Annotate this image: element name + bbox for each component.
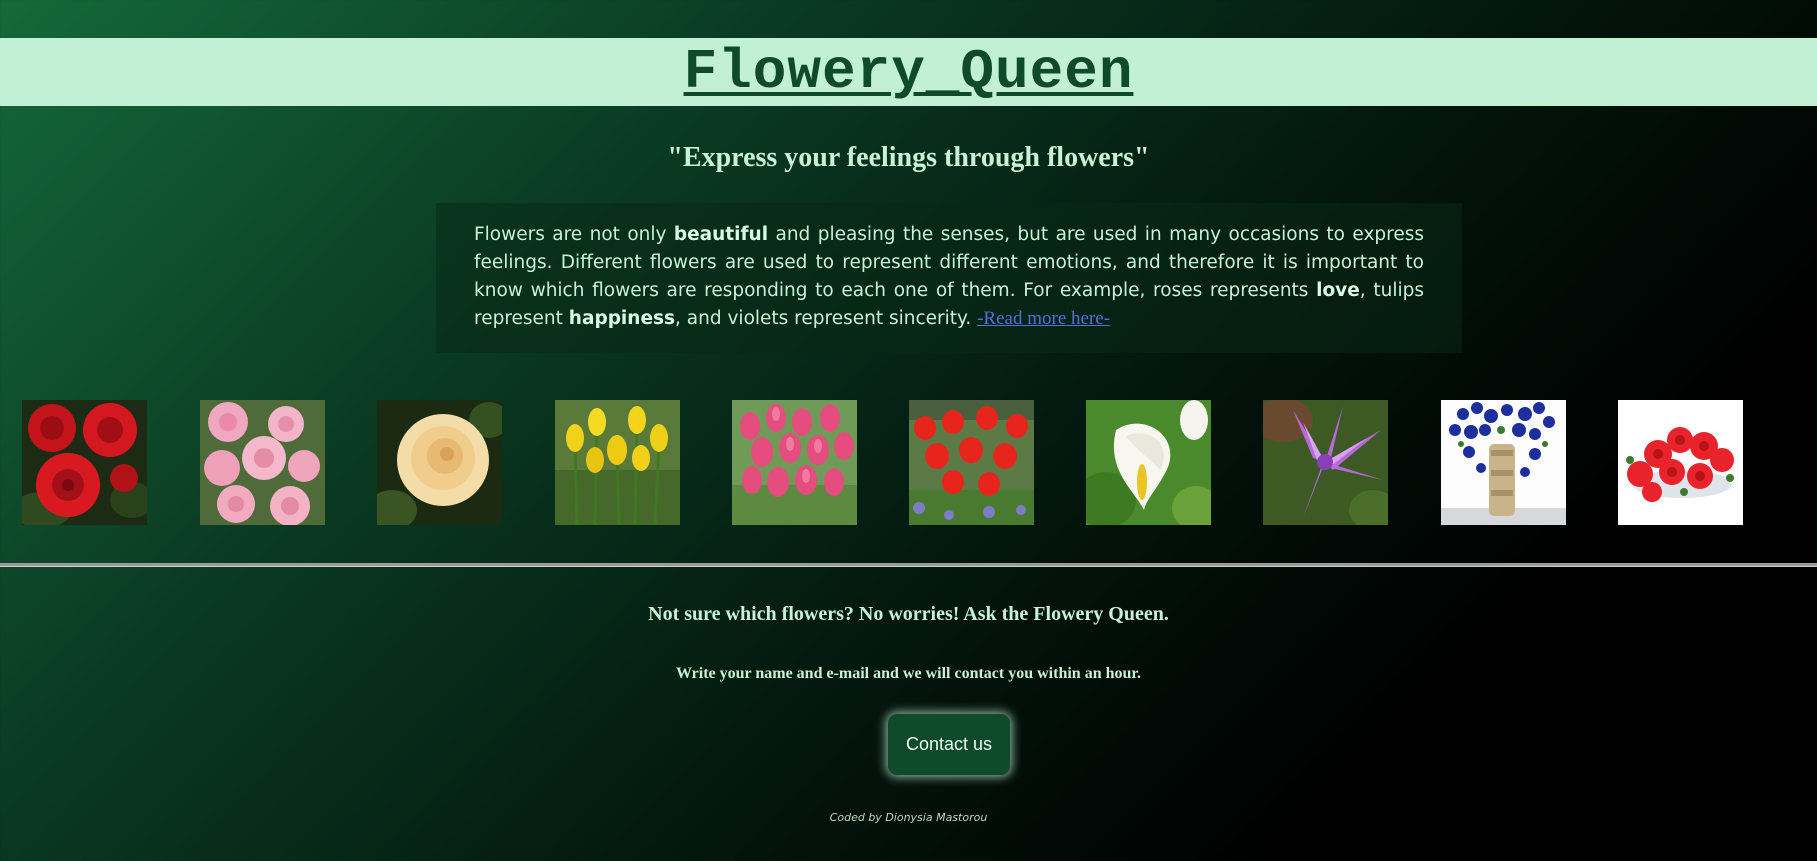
read-more-link[interactable]: -Read more here- (977, 308, 1110, 329)
pink-roses-icon (200, 400, 325, 525)
site-title: Flowery_Queen (683, 40, 1134, 104)
contact-us-button[interactable]: Contact us (888, 714, 1010, 775)
white-calla-lily-icon (1086, 400, 1211, 525)
intro-text-part4: , and violets represent sincerity. (675, 308, 978, 329)
intro-paragraph: Flowers are not only beautiful and pleas… (474, 221, 1424, 333)
emphasis-love: love (1316, 280, 1360, 301)
emphasis-happiness: happiness (568, 308, 676, 329)
intro-box: Flowers are not only beautiful and pleas… (436, 203, 1462, 353)
title-bar: Flowery_Queen (0, 38, 1817, 106)
red-roses-icon (22, 400, 147, 525)
emphasis-beautiful: beautiful (673, 224, 769, 245)
red-carnations-icon (1618, 400, 1743, 525)
cta-subheading: Write your name and e-mail and we will c… (675, 665, 1142, 682)
footer-credit: Coded by Dionysia Mastorou (829, 811, 988, 824)
cream-rose-icon (377, 400, 502, 525)
intro-text-part1: Flowers are not only (474, 224, 674, 245)
purple-lily-icon (1263, 400, 1388, 525)
yellow-tulips-icon (555, 400, 680, 525)
flower-gallery (22, 400, 1817, 525)
red-tulips-icon (909, 400, 1034, 525)
tagline: "Express your feelings through flowers" (667, 142, 1150, 173)
blue-flower-vase-icon (1441, 400, 1566, 525)
divider (0, 563, 1817, 567)
cta-heading: Not sure which flowers? No worries! Ask … (648, 603, 1169, 625)
pink-tulips-icon (732, 400, 857, 525)
